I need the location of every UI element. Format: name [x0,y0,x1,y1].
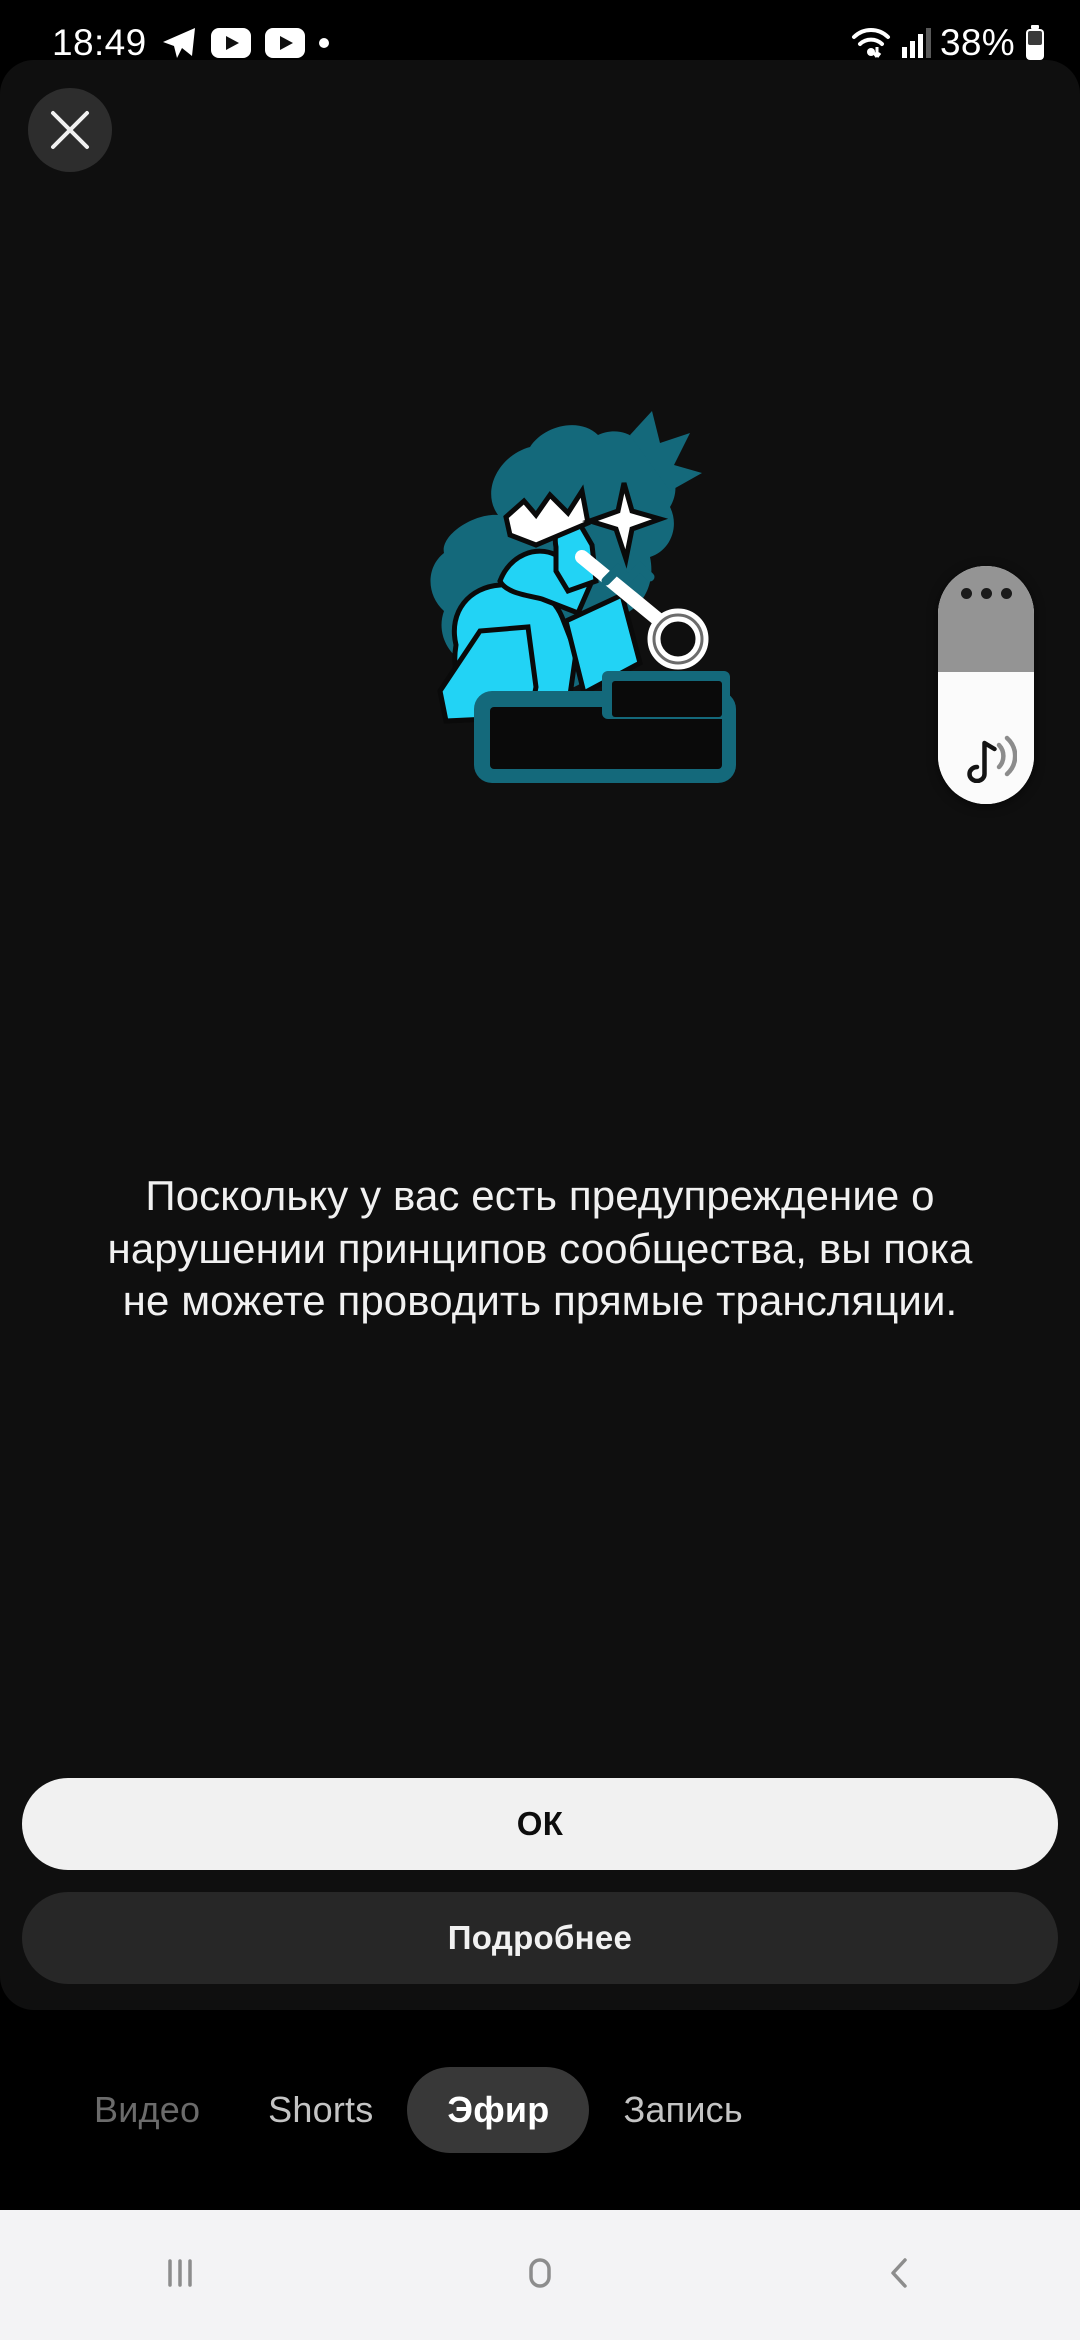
tab-video[interactable]: Видео [60,2067,234,2153]
floating-music-widget[interactable] [938,566,1034,804]
three-dots-icon [960,588,972,599]
close-icon [47,107,93,153]
learn-more-button[interactable]: Подробнее [22,1892,1058,1984]
cellular-signal-icon [901,27,932,59]
dot-indicator-icon [318,38,329,48]
youtube-icon [210,28,251,58]
dialog-actions: ОК Подробнее [22,1778,1058,1984]
tab-shorts[interactable]: Shorts [234,2067,407,2153]
youtube-icon [264,28,305,58]
telegram-icon [161,26,197,60]
illustration [0,360,1080,830]
wifi-icon [850,25,892,61]
restriction-message: Поскольку у вас есть предупреждение о на… [107,1172,973,1324]
music-note-waves-icon [955,727,1018,788]
home-icon [515,2248,565,2303]
recents-button[interactable] [90,2210,270,2340]
home-button[interactable] [450,2210,630,2340]
restriction-dialog: Поскольку у вас есть предупреждение о на… [0,60,1080,2010]
battery-percent-label: 38% [940,22,1015,63]
tab-record[interactable]: Запись [589,2067,776,2153]
recents-icon [155,2248,205,2303]
android-nav-bar [0,2210,1080,2340]
status-bar-clock: 18:49 [52,22,147,63]
status-bar-right: 38% [850,22,1046,64]
three-dots-icon [1000,588,1012,599]
back-button[interactable] [810,2210,990,2340]
camera-mode-tabs: Видео Shorts Эфир Запись [0,2055,1080,2165]
widget-menu-handle[interactable] [938,566,1034,672]
three-dots-icon [980,588,992,599]
close-button[interactable] [28,88,112,172]
status-bar-left: 18:49 [52,22,329,64]
ok-button[interactable]: ОК [22,1778,1058,1870]
person-with-key-illustration [430,411,736,783]
battery-icon [1024,25,1046,61]
phone-screen: 18:49 38% Поскольку у вас есть предупреж… [0,0,1080,2340]
tab-live[interactable]: Эфир [407,2067,590,2153]
back-chevron-icon [875,2248,925,2303]
widget-sound-area[interactable] [938,672,1034,804]
